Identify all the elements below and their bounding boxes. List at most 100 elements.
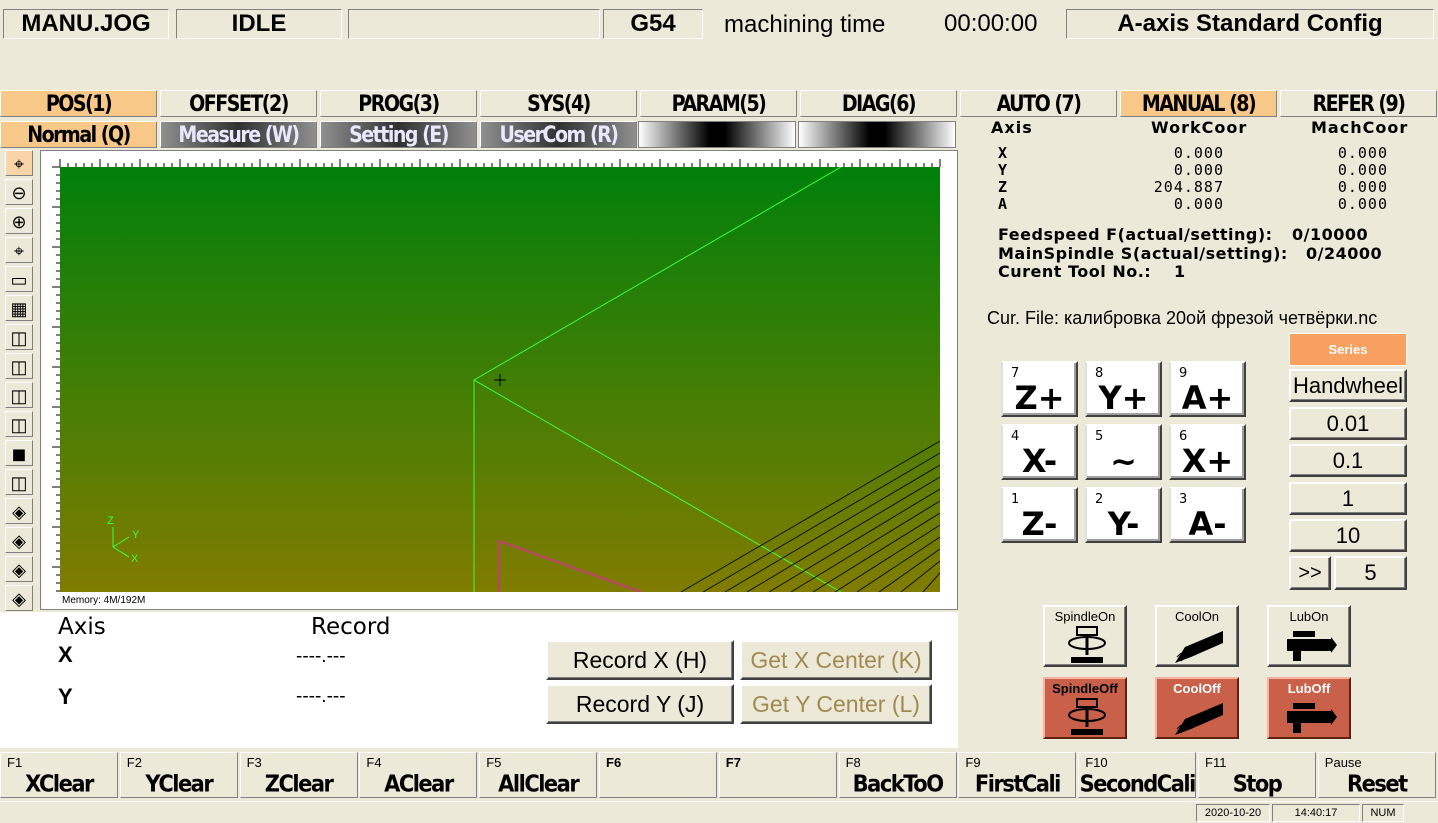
tab-manual[interactable]: MANUAL (8) bbox=[1120, 90, 1277, 117]
fkey-f8-button[interactable]: F8 BackToO bbox=[838, 752, 957, 798]
view-cube-xy-icon[interactable]: ◫ bbox=[5, 324, 33, 350]
get-x-center-button[interactable]: Get X Center (K) bbox=[740, 640, 932, 680]
view-cube-iso7-icon[interactable]: ◈ bbox=[5, 585, 33, 611]
view-cube-iso4-icon[interactable]: ◈ bbox=[5, 498, 33, 524]
fkey-label: SecondCali bbox=[1079, 770, 1197, 798]
fkey-f11-button[interactable]: F11 Stop bbox=[1198, 752, 1316, 798]
num-lock-indicator: NUM bbox=[1362, 804, 1404, 822]
rate-1-button[interactable]: 1 bbox=[1289, 482, 1407, 515]
spindle-off-button[interactable]: SpindleOff bbox=[1043, 677, 1127, 739]
jog-key-label: A- bbox=[1188, 505, 1227, 543]
tab-label: MANUAL (8) bbox=[1141, 90, 1257, 117]
triad-z-label: Z bbox=[107, 515, 114, 527]
jog-x-plus-button[interactable]: 6 X+ bbox=[1169, 424, 1246, 480]
view-cube-yz-icon[interactable]: ◫ bbox=[5, 382, 33, 408]
pan-icon[interactable]: ⌖ bbox=[5, 237, 33, 263]
cool-on-label: CoolOn bbox=[1174, 609, 1220, 624]
view-cube-iso1-icon[interactable]: ◫ bbox=[5, 411, 33, 437]
jog-y-minus-button[interactable]: 2 Y- bbox=[1085, 487, 1162, 543]
cool-on-button[interactable]: CoolOn bbox=[1155, 605, 1239, 667]
view-cube-xz-icon[interactable]: ◫ bbox=[5, 353, 33, 379]
view-cube-iso5-icon[interactable]: ◈ bbox=[5, 527, 33, 553]
record-x-value: ----.--- bbox=[296, 646, 346, 667]
jog-z-plus-button[interactable]: 7 Z+ bbox=[1001, 361, 1078, 417]
tab-label: OFFSET(2) bbox=[189, 90, 289, 117]
taskbar-date: 2020-10-20 bbox=[1196, 804, 1270, 822]
feedspeed-value: 0/10000 bbox=[1292, 225, 1369, 244]
tab-auto[interactable]: AUTO (7) bbox=[960, 90, 1117, 117]
fkey-f4-button[interactable]: F4 AClear bbox=[359, 752, 478, 798]
rate-10-button[interactable]: 10 bbox=[1289, 519, 1407, 552]
toolpath-view[interactable]: Z Y X Memory: 4M/192M bbox=[40, 150, 958, 610]
mach-coord-x: 0.000 bbox=[1337, 144, 1388, 162]
lub-off-button[interactable]: LubOff bbox=[1267, 677, 1351, 739]
tab-offset[interactable]: OFFSET(2) bbox=[160, 90, 317, 117]
jog-y-plus-button[interactable]: 8 Y+ bbox=[1085, 361, 1162, 417]
handwheel-button[interactable]: Handwheel bbox=[1289, 369, 1407, 402]
rate-0-01-button[interactable]: 0.01 bbox=[1289, 407, 1407, 440]
subtab-label: UserCom (R) bbox=[499, 121, 619, 148]
record-x-button[interactable]: Record X (H) bbox=[546, 640, 734, 680]
lub-on-button[interactable]: LubOn bbox=[1267, 605, 1351, 667]
spindle-on-button[interactable]: SpindleOn bbox=[1043, 605, 1127, 667]
tab-sys[interactable]: SYS(4) bbox=[480, 90, 637, 117]
fkey-code: F8 bbox=[845, 755, 861, 770]
view-cube-iso6-icon[interactable]: ◈ bbox=[5, 556, 33, 582]
lubrication-icon bbox=[1287, 703, 1337, 733]
fkey-f2-button[interactable]: F2 YClear bbox=[119, 752, 238, 798]
jog-center-button[interactable]: 5 ~ bbox=[1085, 424, 1162, 480]
fkey-code: F9 bbox=[965, 755, 981, 770]
subtab-measure[interactable]: Measure (W) bbox=[160, 121, 317, 148]
coord-axis-a: A bbox=[998, 195, 1009, 213]
fkey-f1-button[interactable]: F1 XClear bbox=[0, 752, 118, 798]
subtab-label: Measure (W) bbox=[178, 121, 300, 148]
message-display bbox=[348, 9, 600, 39]
fkey-label-text: SecondCali bbox=[1079, 770, 1197, 798]
rate-custom-button[interactable]: 5 bbox=[1334, 556, 1407, 590]
rate-more-button[interactable]: >> bbox=[1289, 556, 1331, 590]
view-cube-iso2-icon[interactable]: ◼ bbox=[5, 440, 33, 466]
subtab-label: Normal (Q) bbox=[27, 121, 131, 148]
tab-param[interactable]: PARAM(5) bbox=[640, 90, 797, 117]
fkey-f10-button[interactable]: F10 SecondCali bbox=[1078, 752, 1196, 798]
grid-icon[interactable]: ▦ bbox=[5, 295, 33, 321]
fit-window-icon[interactable]: ▭ bbox=[5, 266, 33, 292]
fkey-f6-button[interactable]: F6 bbox=[599, 752, 717, 798]
zoom-out-icon[interactable]: ⊖ bbox=[5, 179, 33, 205]
tab-prog[interactable]: PROG(3) bbox=[320, 90, 477, 117]
fkey-f3-button[interactable]: F3 ZClear bbox=[239, 752, 358, 798]
fkey-label bbox=[600, 772, 716, 796]
subtab-normal[interactable]: Normal (Q) bbox=[0, 121, 157, 148]
triad-x-label: X bbox=[131, 553, 139, 565]
jog-key-label: Z+ bbox=[1014, 379, 1065, 417]
view-cube-iso3-icon[interactable]: ◫ bbox=[5, 469, 33, 495]
jog-z-minus-button[interactable]: 1 Z- bbox=[1001, 487, 1078, 543]
rate-0-1-button[interactable]: 0.1 bbox=[1289, 444, 1407, 477]
fkey-label-text: Stop bbox=[1232, 770, 1283, 798]
coolant-icon bbox=[1175, 703, 1223, 735]
jog-a-minus-button[interactable]: 3 A- bbox=[1169, 487, 1246, 543]
get-y-center-button[interactable]: Get Y Center (L) bbox=[740, 684, 932, 724]
subtab-usercom[interactable]: UserCom (R) bbox=[480, 121, 637, 148]
fkey-f7-button[interactable]: F7 bbox=[718, 752, 837, 798]
tab-refer[interactable]: REFER (9) bbox=[1280, 90, 1437, 117]
jog-a-plus-button[interactable]: 9 A+ bbox=[1169, 361, 1246, 417]
state-display: IDLE bbox=[176, 9, 342, 39]
tab-pos[interactable]: POS(1) bbox=[0, 90, 157, 117]
crosshair-icon[interactable]: ⌖ bbox=[5, 150, 33, 176]
fkey-pause-button[interactable]: Pause Reset bbox=[1317, 752, 1436, 798]
record-header: Record bbox=[311, 614, 391, 640]
zoom-in-icon[interactable]: ⊕ bbox=[5, 208, 33, 234]
jog-x-minus-button[interactable]: 4 X- bbox=[1001, 424, 1078, 480]
tab-diag[interactable]: DIAG(6) bbox=[800, 90, 957, 117]
cool-off-button[interactable]: CoolOff bbox=[1155, 677, 1239, 739]
fkey-f5-button[interactable]: F5 AllClear bbox=[479, 752, 598, 798]
record-y-button[interactable]: Record Y (J) bbox=[546, 684, 734, 724]
series-button[interactable]: Series bbox=[1289, 333, 1407, 366]
fkey-f9-button[interactable]: F9 FirstCali bbox=[958, 752, 1077, 798]
fkey-label-text: FirstCali bbox=[974, 770, 1061, 798]
coord-axis-x: X bbox=[998, 144, 1009, 162]
jog-key-label: Y- bbox=[1107, 505, 1140, 543]
subtab-setting[interactable]: Setting (E) bbox=[320, 121, 477, 148]
fkey-label: YClear bbox=[121, 771, 237, 797]
